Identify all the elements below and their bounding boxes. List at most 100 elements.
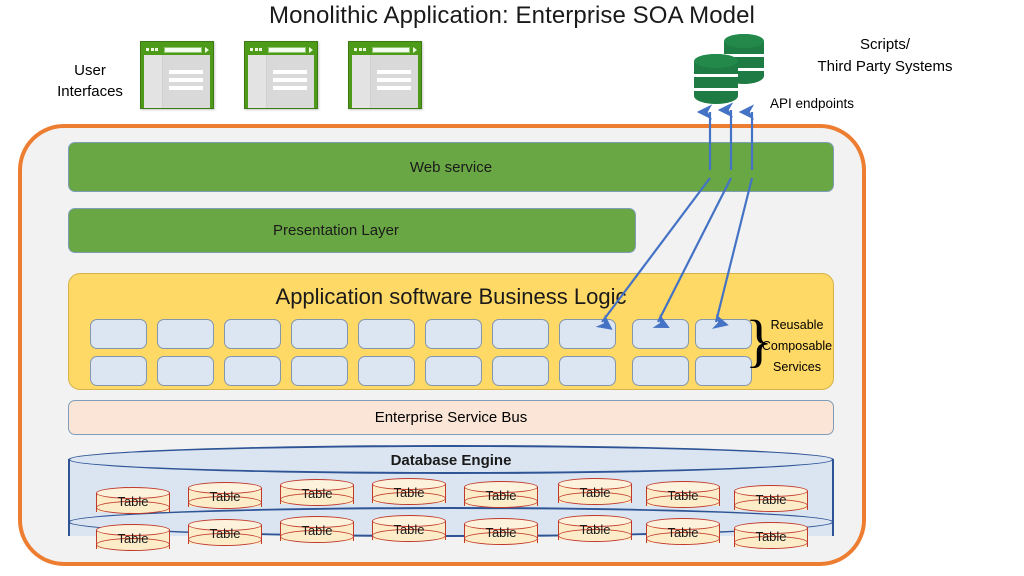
scripts-third-party-label: Scripts/ Third Party Systems [760, 34, 1010, 78]
service-box[interactable] [632, 319, 689, 349]
table-cylinder[interactable]: Table [188, 482, 262, 510]
table-cylinder[interactable]: Table [372, 478, 446, 506]
reusable-label-line1: Reusable [770, 318, 824, 332]
browser-window-icon-1[interactable] [140, 41, 214, 109]
database-top-ellipse [694, 54, 738, 68]
table-label: Table [579, 522, 611, 537]
table-label: Table [755, 529, 787, 544]
browser-address-bar [268, 46, 306, 53]
browser-go-arrow-icon [413, 47, 417, 53]
browser-content [352, 55, 418, 108]
reusable-label-line2: Composable [761, 339, 833, 353]
service-box[interactable] [559, 319, 616, 349]
service-box[interactable] [695, 356, 752, 386]
service-box[interactable] [291, 356, 348, 386]
browser-address-bar [164, 46, 202, 53]
user-interfaces-label-line2: Interfaces [57, 83, 123, 100]
table-cylinder[interactable]: Table [464, 518, 538, 546]
table-cylinder[interactable]: Table [734, 485, 808, 513]
table-cylinder[interactable]: Table [372, 515, 446, 543]
table-cylinder[interactable]: Table [646, 518, 720, 546]
service-box[interactable] [90, 356, 147, 386]
browser-window-icon-3[interactable] [348, 41, 422, 109]
service-box[interactable] [358, 319, 415, 349]
table-cylinder[interactable]: Table [280, 479, 354, 507]
service-box[interactable] [425, 356, 482, 386]
table-cylinder[interactable]: Table [96, 487, 170, 515]
table-cylinder[interactable]: Table [188, 519, 262, 547]
enterprise-service-bus-layer[interactable]: Enterprise Service Bus [68, 400, 834, 435]
database-engine-cylinder: Database Engine Table Table Table Table Tabl… [68, 445, 834, 552]
browser-window-icon-2[interactable] [244, 41, 318, 109]
table-cylinder[interactable]: Table [646, 481, 720, 509]
presentation-layer[interactable]: Presentation Layer [68, 208, 636, 253]
page-title: Monolithic Application: Enterprise SOA M… [269, 2, 755, 29]
browser-content [144, 55, 210, 108]
table-label: Table [667, 525, 699, 540]
table-label: Table [755, 492, 787, 507]
table-label: Table [579, 485, 611, 500]
scripts-label-line2: Third Party Systems [817, 58, 953, 75]
table-label: Table [209, 489, 241, 504]
service-box[interactable] [291, 319, 348, 349]
browser-titlebar [248, 45, 314, 54]
service-box-row-1 [90, 319, 820, 349]
table-label: Table [667, 488, 699, 503]
browser-address-bar [372, 46, 410, 53]
service-box[interactable] [492, 319, 549, 349]
service-box[interactable] [157, 356, 214, 386]
service-box[interactable] [559, 356, 616, 386]
database-band [694, 74, 738, 77]
browser-content [248, 55, 314, 108]
database-engine-title: Database Engine [390, 452, 512, 469]
browser-sidebar [248, 55, 267, 108]
service-box[interactable] [695, 319, 752, 349]
table-cylinder[interactable]: Table [558, 478, 632, 506]
table-cylinder[interactable]: Table [464, 481, 538, 509]
service-box[interactable] [224, 319, 281, 349]
reusable-label-line3: Services [773, 360, 821, 374]
table-cylinder[interactable]: Table [280, 516, 354, 544]
enterprise-service-bus-label: Enterprise Service Bus [374, 409, 528, 426]
browser-titlebar [352, 45, 418, 54]
table-cylinder[interactable]: Table [96, 524, 170, 552]
api-endpoints-label: API endpoints [770, 96, 855, 111]
table-label: Table [485, 525, 517, 540]
table-label: Table [117, 494, 149, 509]
database-band [694, 88, 738, 91]
table-cylinder[interactable]: Table [734, 522, 808, 550]
browser-go-arrow-icon [205, 47, 209, 53]
browser-nav-dots-icon [354, 47, 368, 52]
service-box[interactable] [90, 319, 147, 349]
database-top-ellipse [724, 34, 764, 48]
table-label: Table [117, 531, 149, 546]
reusable-composable-services-label: Reusable Composable Services [756, 315, 838, 378]
table-label: Table [301, 486, 333, 501]
service-box[interactable] [632, 356, 689, 386]
table-cylinder[interactable]: Table [558, 515, 632, 543]
presentation-layer-label: Presentation Layer [273, 222, 399, 239]
table-label: Table [485, 488, 517, 503]
web-service-label: Web service [409, 158, 493, 176]
web-service-layer[interactable]: Web service [68, 142, 834, 192]
browser-text-lines-icon [377, 70, 411, 94]
service-box[interactable] [425, 319, 482, 349]
table-label: Table [209, 526, 241, 541]
table-label: Table [393, 485, 425, 500]
service-box[interactable] [492, 356, 549, 386]
database-stack-icon [694, 34, 764, 104]
service-box[interactable] [157, 319, 214, 349]
business-logic-layer: Application software Business Logic [68, 273, 834, 390]
scripts-label-line1: Scripts/ [859, 36, 910, 53]
user-interfaces-label-line1: User [74, 62, 106, 79]
service-box[interactable] [358, 356, 415, 386]
service-box[interactable] [224, 356, 281, 386]
browser-sidebar [144, 55, 163, 108]
browser-text-lines-icon [273, 70, 307, 94]
user-interfaces-label: User Interfaces [40, 60, 140, 102]
business-logic-title: Application software Business Logic [275, 284, 627, 309]
browser-titlebar [144, 45, 210, 54]
database-cylinder-front [694, 54, 738, 104]
browser-nav-dots-icon [250, 47, 264, 52]
browser-nav-dots-icon [146, 47, 160, 52]
